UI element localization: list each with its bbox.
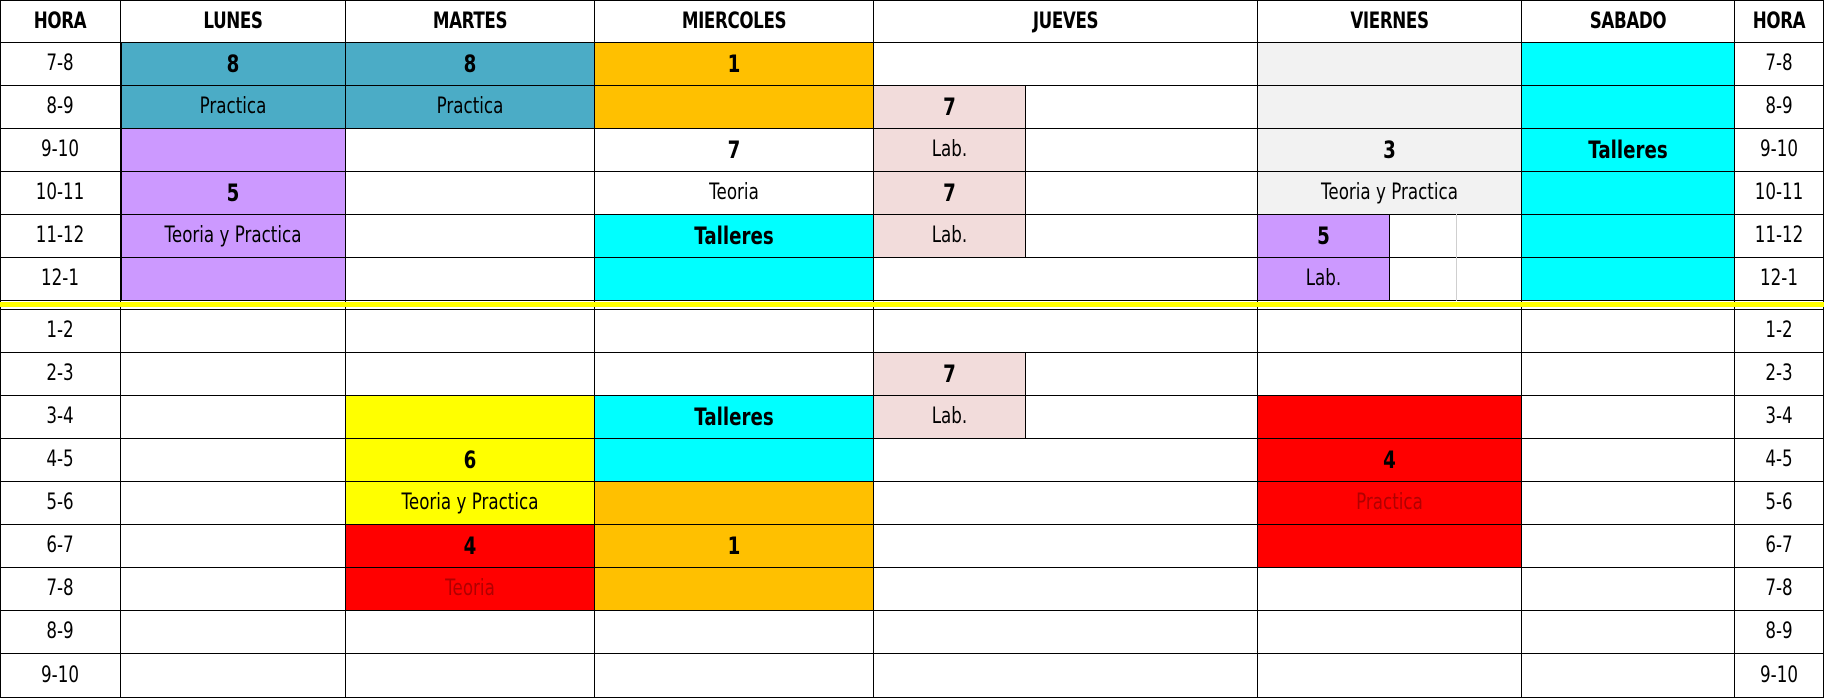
hour-label-right: 9-10 xyxy=(1760,662,1798,688)
hour-label-right: 12-1 xyxy=(1760,266,1798,291)
hour-label-right: 8-9 xyxy=(1765,94,1793,119)
block-number: 4 xyxy=(463,531,477,560)
hour-label-right: 3-4 xyxy=(1765,404,1793,429)
grid-line xyxy=(120,0,121,698)
schedule-sheet: HORA LUNES MARTES MIERCOLES JUEVES VIERN… xyxy=(0,0,1824,698)
grid-line xyxy=(0,653,1824,654)
hour-label-left: 7-8 xyxy=(46,51,74,76)
block-label: Practica xyxy=(436,94,504,119)
hour-label-left: 10-11 xyxy=(35,180,85,205)
grid-line xyxy=(0,567,1824,568)
block-number: 1 xyxy=(727,49,741,78)
block-label: Teoria xyxy=(445,576,495,601)
hour-label-right: 6-7 xyxy=(1765,533,1793,558)
header-hora-right: HORA xyxy=(1752,8,1806,34)
grid-line xyxy=(0,309,1824,310)
hour-label-left: 9-10 xyxy=(41,137,79,162)
header-day-lunes: LUNES xyxy=(203,8,263,34)
hour-label-right: 2-3 xyxy=(1765,361,1793,386)
block-number: 7 xyxy=(727,135,741,164)
grid-line xyxy=(1025,85,1026,258)
grid-line xyxy=(594,0,595,698)
block-number: 4 xyxy=(1383,445,1396,474)
hour-label-left: 12-1 xyxy=(41,266,79,291)
block-label: Practica xyxy=(199,94,267,119)
block-number: 3 xyxy=(1383,135,1396,164)
grid-line xyxy=(0,481,1824,482)
hour-label-left: 11-12 xyxy=(35,223,85,248)
hour-label-left: 9-10 xyxy=(41,662,79,688)
grid-line xyxy=(0,300,1824,301)
hour-label-left: 2-3 xyxy=(46,361,74,386)
hour-label-left: 8-9 xyxy=(46,94,74,119)
hour-label-left: 1-2 xyxy=(46,318,74,343)
hour-label-right: 11-12 xyxy=(1754,223,1804,248)
header-day-viernes: VIERNES xyxy=(1350,8,1429,34)
grid-line xyxy=(1456,214,1457,301)
block-label: Teoria y Practica xyxy=(1321,180,1458,205)
hour-label-right: 7-8 xyxy=(1765,51,1793,76)
hour-label-right: 10-11 xyxy=(1754,180,1804,205)
block-label: Lab. xyxy=(1305,266,1342,291)
header-day-jueves: JUEVES xyxy=(1032,8,1099,34)
hour-label-right: 9-10 xyxy=(1760,137,1798,162)
header-day-sabado: SABADO xyxy=(1589,8,1667,34)
hour-label-right: 4-5 xyxy=(1765,447,1793,472)
block-number: 6 xyxy=(463,445,477,474)
header-day-martes: MARTES xyxy=(432,8,508,34)
hour-label-right: 7-8 xyxy=(1765,576,1793,601)
grid-line xyxy=(0,438,1824,439)
hour-label-left: 7-8 xyxy=(46,576,74,601)
hour-label-left: 4-5 xyxy=(46,447,74,472)
block-number: 7 xyxy=(943,178,956,207)
hour-label-left: 8-9 xyxy=(46,619,74,644)
block-label: Teoria y Practica xyxy=(401,490,539,515)
block-label: Lab. xyxy=(931,137,968,162)
grid-line xyxy=(1521,0,1522,698)
block-label: Lab. xyxy=(931,404,968,429)
hour-label-left: 6-7 xyxy=(46,533,74,558)
grid-line xyxy=(1389,214,1390,301)
block-label: Teoria xyxy=(709,180,759,205)
block-number: 8 xyxy=(463,49,477,78)
grid-line xyxy=(1734,0,1735,698)
block-number: 7 xyxy=(943,92,956,121)
hour-label-right: 1-2 xyxy=(1765,318,1793,343)
block-number: 5 xyxy=(1317,221,1330,250)
grid-line xyxy=(873,0,874,698)
block-label-talleres: Talleres xyxy=(1588,135,1668,164)
block-label: Practica xyxy=(1356,490,1423,515)
block-label-talleres: Talleres xyxy=(694,402,774,431)
block-label: Teoria y Practica xyxy=(164,223,302,248)
block-number: 1 xyxy=(727,531,741,560)
block-number: 5 xyxy=(226,178,240,207)
header-hora-left: HORA xyxy=(33,8,87,34)
block-number: 7 xyxy=(943,359,956,388)
grid-line xyxy=(1025,352,1026,439)
grid-line xyxy=(0,0,1,698)
hour-label-right: 5-6 xyxy=(1765,490,1793,515)
grid-line xyxy=(0,257,1824,258)
block-number: 8 xyxy=(226,49,240,78)
header-day-miercoles: MIERCOLES xyxy=(681,8,787,34)
grid-line xyxy=(1257,0,1258,698)
midday-separator xyxy=(0,302,1824,307)
grid-line xyxy=(345,0,346,698)
grid-line xyxy=(0,610,1824,611)
block-label: Lab. xyxy=(931,223,968,248)
hour-label-left: 3-4 xyxy=(46,404,74,429)
hour-label-right: 8-9 xyxy=(1765,619,1793,644)
block-label-talleres: Talleres xyxy=(694,221,774,250)
hour-label-left: 5-6 xyxy=(46,490,74,515)
grid-line xyxy=(0,524,1824,525)
